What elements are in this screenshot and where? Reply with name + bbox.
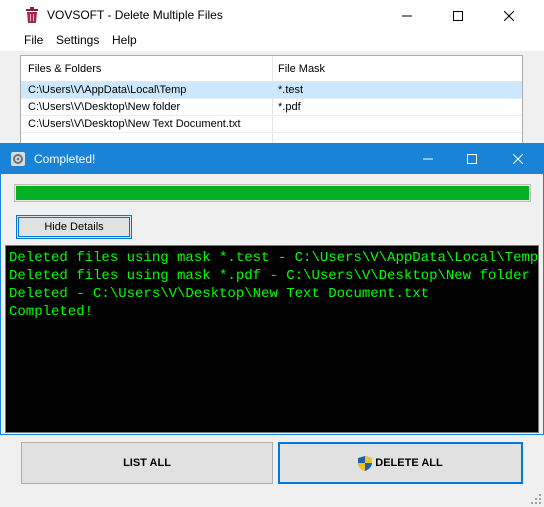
row-path: C:\Users\V\AppData\Local\Temp [28, 84, 187, 96]
close-button[interactable] [486, 0, 532, 31]
uac-shield-icon [358, 455, 373, 471]
log-line: Deleted files using mask *.pdf - C:\User… [9, 268, 530, 284]
completed-dialog: Completed! Hide Details Deleted files us… [0, 143, 544, 435]
table-row[interactable]: C:\Users\V\Desktop\New Text Document.txt [21, 116, 522, 133]
log-line: Completed! [9, 304, 94, 320]
minimize-icon [402, 15, 412, 16]
dialog-minimize-button[interactable] [405, 144, 451, 174]
list-all-label: LIST ALL [123, 457, 171, 469]
close-icon [504, 10, 514, 21]
row-path: C:\Users\V\Desktop\New Text Document.txt [28, 118, 241, 130]
hide-details-label: Hide Details [44, 221, 104, 233]
minimize-button[interactable] [384, 0, 430, 31]
table-row[interactable]: C:\Users\V\AppData\Local\Temp *.test [21, 82, 522, 99]
file-list[interactable]: Files & Folders File Mask C:\Users\V\App… [20, 55, 523, 150]
menu-help[interactable]: Help [112, 33, 137, 47]
dialog-close-button[interactable] [495, 144, 541, 174]
dialog-maximize-button[interactable] [449, 144, 495, 174]
log-line: Deleted - C:\Users\V\Desktop\New Text Do… [9, 286, 430, 302]
menu-file[interactable]: File [24, 33, 43, 47]
list-all-button[interactable]: LIST ALL [21, 442, 273, 484]
row-path: C:\Users\V\Desktop\New folder [28, 101, 181, 113]
resize-grip-icon[interactable] [530, 493, 542, 505]
dialog-titlebar[interactable]: Completed! [1, 144, 543, 174]
log-line: Deleted files using mask *.test - C:\Use… [9, 250, 539, 266]
maximize-icon [453, 10, 463, 21]
trash-icon [26, 7, 38, 23]
dialog-title: Completed! [34, 152, 96, 166]
progress-bar [14, 184, 531, 202]
column-files-folders[interactable]: Files & Folders [28, 63, 101, 75]
progress-fill [16, 186, 529, 200]
delete-all-label: DELETE ALL [375, 457, 443, 469]
hide-details-button[interactable]: Hide Details [16, 215, 132, 239]
row-mask: *.pdf [278, 101, 301, 113]
menu-settings[interactable]: Settings [56, 33, 99, 47]
minimize-icon [423, 158, 433, 160]
log-console[interactable]: Deleted files using mask *.test - C:\Use… [5, 245, 539, 433]
maximize-icon [467, 154, 477, 164]
close-icon [513, 154, 523, 164]
window-title: VOVSOFT - Delete Multiple Files [47, 8, 223, 22]
main-titlebar[interactable]: VOVSOFT - Delete Multiple Files [0, 0, 544, 31]
maximize-button[interactable] [435, 0, 481, 31]
table-row[interactable]: C:\Users\V\Desktop\New folder *.pdf [21, 99, 522, 116]
row-mask: *.test [278, 84, 304, 96]
app-gear-icon [11, 152, 25, 166]
delete-all-button[interactable]: DELETE ALL [278, 442, 523, 484]
menu-bar: File Settings Help [0, 31, 544, 51]
column-file-mask[interactable]: File Mask [278, 63, 325, 75]
